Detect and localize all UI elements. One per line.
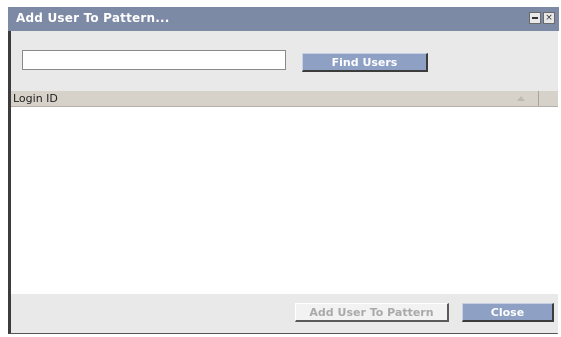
add-user-to-pattern-dialog: Add User To Pattern... × Find Users Logi…	[8, 7, 559, 334]
column-header-login-id[interactable]: Login ID	[11, 91, 539, 106]
dialog-titlebar[interactable]: Add User To Pattern... ×	[8, 7, 559, 31]
minimize-icon	[532, 17, 538, 19]
search-input[interactable]	[22, 50, 286, 70]
close-button[interactable]: Close	[462, 303, 554, 322]
close-icon: ×	[545, 13, 553, 23]
close-window-button[interactable]: ×	[543, 12, 555, 24]
add-user-to-pattern-button[interactable]: Add User To Pattern	[295, 303, 449, 322]
column-header-label: Login ID	[13, 92, 58, 105]
users-table-body[interactable]	[11, 107, 558, 294]
sort-up-arrow-icon[interactable]	[517, 96, 525, 101]
find-users-button[interactable]: Find Users	[302, 53, 428, 72]
search-bar: Find Users	[11, 31, 558, 91]
minimize-button[interactable]	[529, 12, 541, 24]
dialog-title: Add User To Pattern...	[16, 11, 170, 25]
table-header: Login ID	[11, 91, 558, 107]
